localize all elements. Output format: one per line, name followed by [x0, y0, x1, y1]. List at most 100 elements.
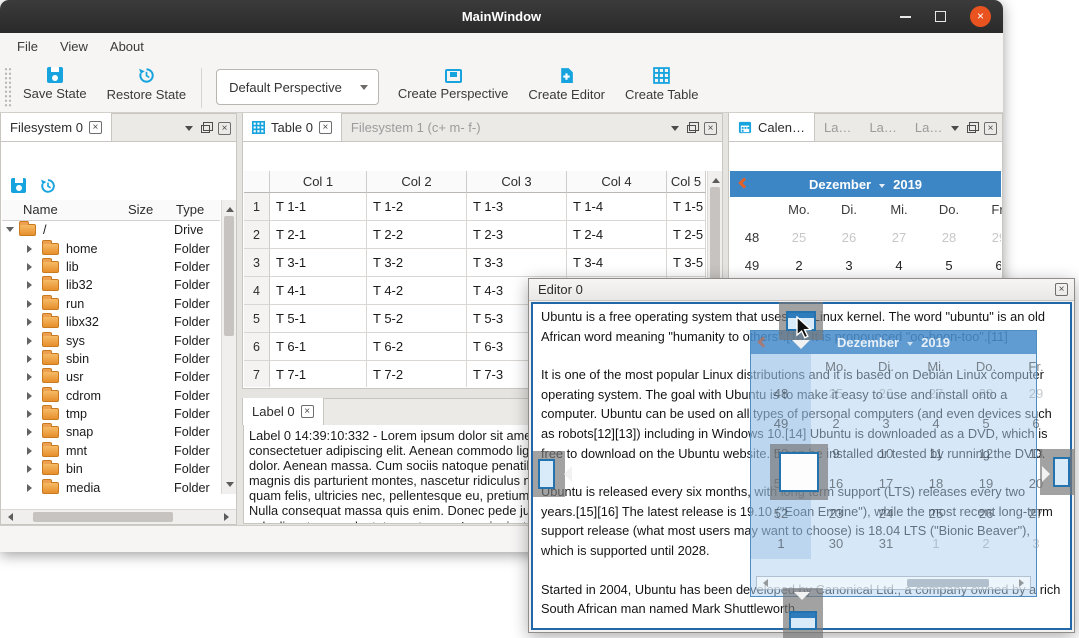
dock-float-icon[interactable] [201, 125, 210, 133]
scroll-up-icon[interactable] [222, 200, 237, 215]
perspective-dropdown[interactable]: Default Perspective [216, 69, 379, 105]
table-cell[interactable]: T 2-1 [270, 221, 367, 249]
tab-label-0[interactable]: Label 0 × [243, 398, 324, 425]
day-cell[interactable]: 27 [874, 224, 924, 252]
column-name[interactable]: Name [23, 202, 58, 217]
save-state-button[interactable]: Save State [13, 64, 97, 101]
tab-label-1[interactable]: La… [815, 113, 860, 141]
menu-item-file[interactable]: File [6, 35, 49, 58]
tree-row[interactable]: lib32Folder [2, 276, 220, 294]
column-type[interactable]: Type [176, 202, 204, 217]
expand-arrow-icon[interactable] [27, 447, 36, 455]
expand-arrow-icon[interactable] [27, 300, 36, 308]
expand-arrow-icon[interactable] [27, 337, 36, 345]
tree-row[interactable]: homeFolder [2, 239, 220, 257]
table-cell[interactable]: T 1-2 [367, 193, 467, 221]
row-number[interactable]: 4 [244, 277, 270, 305]
scroll-right-icon[interactable] [221, 510, 236, 525]
toolbar-grip[interactable] [4, 67, 12, 107]
expand-arrow-icon[interactable] [27, 245, 36, 253]
row-number[interactable]: 5 [244, 305, 270, 333]
table-cell[interactable]: T 1-5 [667, 193, 706, 221]
table-cell[interactable]: T 3-5 [667, 249, 706, 277]
tree-horizontal-scrollbar[interactable] [1, 509, 236, 524]
tree-row[interactable]: libx32Folder [2, 313, 220, 331]
expand-arrow-icon[interactable] [27, 484, 36, 492]
column-size[interactable]: Size [128, 202, 153, 217]
tab-close-icon[interactable]: × [319, 121, 332, 134]
day-cell[interactable]: 29 [974, 224, 1001, 252]
dock-float-icon[interactable] [967, 125, 976, 133]
tab-close-icon[interactable]: × [301, 405, 314, 418]
day-cell[interactable]: 6 [974, 252, 1001, 280]
tree-row[interactable]: libFolder [2, 258, 220, 276]
drop-indicator-bottom[interactable] [783, 588, 823, 638]
menu-item-about[interactable]: About [99, 35, 155, 58]
table-cell[interactable]: T 1-4 [567, 193, 667, 221]
titlebar[interactable]: MainWindow × [0, 0, 1003, 33]
day-cell[interactable]: 25 [774, 224, 824, 252]
close-icon[interactable]: × [970, 6, 991, 27]
editor-titlebar[interactable]: Editor 0 × [529, 279, 1074, 301]
tab-label-2[interactable]: La… [860, 113, 905, 141]
expand-arrow-icon[interactable] [27, 281, 36, 289]
tab-filesystem-1[interactable]: Filesystem 1 (c+ m- f-) [342, 113, 490, 141]
scroll-left-icon[interactable] [1, 510, 16, 525]
tree-row[interactable]: tmpFolder [2, 405, 220, 423]
minimize-icon[interactable] [900, 16, 911, 18]
tree-vertical-scrollbar[interactable] [221, 200, 236, 494]
expand-arrow-icon[interactable] [27, 465, 36, 473]
tree-row[interactable]: snapFolder [2, 423, 220, 441]
tree-row[interactable]: sysFolder [2, 331, 220, 349]
create-perspective-button[interactable]: Create Perspective [388, 64, 519, 101]
tree-row[interactable]: usrFolder [2, 368, 220, 386]
editor-close-icon[interactable]: × [1055, 283, 1068, 296]
tree-header[interactable]: Name Size Type [2, 200, 220, 221]
row-number[interactable]: 3 [244, 249, 270, 277]
dock-menu-icon[interactable] [671, 126, 679, 135]
dock-float-icon[interactable] [687, 125, 696, 133]
table-cell[interactable]: T 1-1 [270, 193, 367, 221]
expand-arrow-icon[interactable] [27, 318, 36, 326]
tab-calendar[interactable]: Calen… [729, 113, 815, 141]
expand-arrow-icon[interactable] [27, 410, 36, 418]
tab-filesystem-0[interactable]: Filesystem 0 × [1, 113, 112, 141]
scroll-up-icon[interactable] [708, 171, 723, 186]
table-cell[interactable]: T 2-3 [467, 221, 567, 249]
restore-state-button[interactable]: Restore State [97, 64, 197, 102]
tree-row[interactable]: cdromFolder [2, 387, 220, 405]
create-table-button[interactable]: Create Table [615, 64, 708, 102]
table-cell[interactable]: T 5-2 [367, 305, 467, 333]
row-number[interactable]: 1 [244, 193, 270, 221]
tree-row[interactable]: mediaFolder [2, 478, 220, 494]
save-icon[interactable] [11, 178, 26, 193]
scroll-down-icon[interactable] [222, 479, 237, 494]
expand-arrow-icon[interactable] [27, 428, 36, 436]
dock-close-icon[interactable]: × [218, 122, 231, 135]
tree-row[interactable]: /Drive [2, 221, 220, 239]
table-cell[interactable]: T 3-4 [567, 249, 667, 277]
restore-icon[interactable] [40, 178, 56, 194]
tree-row[interactable]: mntFolder [2, 442, 220, 460]
expand-arrow-icon[interactable] [6, 227, 14, 236]
table-cell[interactable]: T 2-4 [567, 221, 667, 249]
table-cell[interactable]: T 4-2 [367, 277, 467, 305]
scrollbar-handle[interactable] [33, 512, 173, 522]
table-cell[interactable]: T 7-2 [367, 361, 467, 387]
dock-close-icon[interactable]: × [704, 122, 717, 135]
table-cell[interactable]: T 3-2 [367, 249, 467, 277]
table-cell[interactable]: T 3-1 [270, 249, 367, 277]
expand-arrow-icon[interactable] [27, 392, 36, 400]
create-editor-button[interactable]: Create Editor [518, 64, 615, 102]
day-cell[interactable]: 26 [824, 224, 874, 252]
column-header[interactable]: Col 4 [567, 171, 667, 193]
year-label[interactable]: 2019 [893, 177, 922, 192]
table-cell[interactable]: T 6-1 [270, 333, 367, 361]
column-header[interactable]: Col 2 [367, 171, 467, 193]
expand-arrow-icon[interactable] [27, 263, 36, 271]
tab-close-icon[interactable]: × [89, 121, 102, 134]
previous-month-icon[interactable] [738, 177, 749, 188]
table-cell[interactable]: T 7-1 [270, 361, 367, 387]
row-number[interactable]: 7 [244, 361, 270, 387]
day-cell[interactable]: 28 [924, 224, 974, 252]
